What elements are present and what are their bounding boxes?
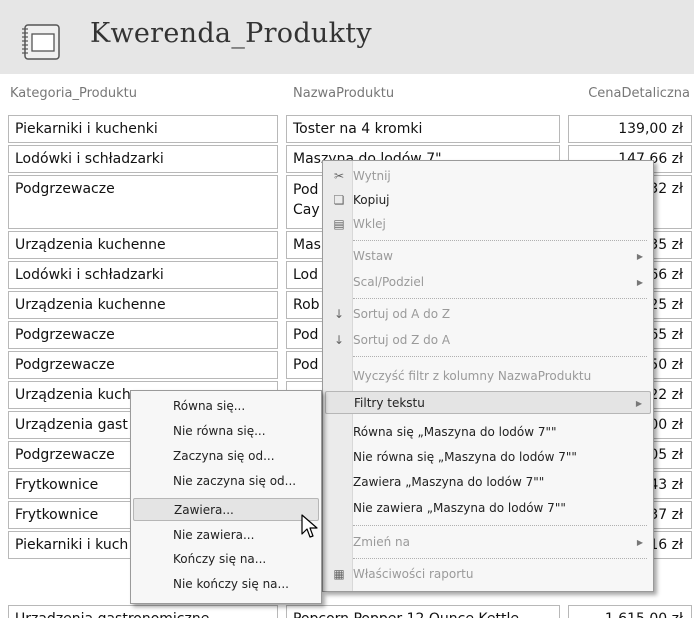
column-header-category[interactable]: Kategoria_Produktu xyxy=(10,86,137,101)
submenu-item-equals[interactable]: Równa się... xyxy=(133,395,319,418)
menu-item-sort-descending[interactable]: ↓ Sortuj od Z do A xyxy=(325,329,651,352)
category-cell[interactable]: Podgrzewacze xyxy=(8,175,278,229)
menu-separator xyxy=(353,298,647,299)
text-filters-submenu: Równa się... Nie równa się... Zaczyna si… xyxy=(130,390,322,604)
submenu-item-ends-with[interactable]: Kończy się na... xyxy=(133,548,319,571)
sort-descending-icon: ↓ xyxy=(333,333,345,347)
paste-icon: ▤ xyxy=(333,217,345,231)
category-cell[interactable]: Podgrzewacze xyxy=(8,321,278,349)
report-icon xyxy=(22,24,60,60)
submenu-item-not-contains[interactable]: Nie zawiera... xyxy=(133,524,319,547)
menu-item-clear-filter[interactable]: Wyczyść filtr z kolumny NazwaProduktu xyxy=(325,365,651,388)
submenu-arrow-icon: ▶ xyxy=(635,399,642,408)
menu-item-not-equals-value[interactable]: Nie równa się „Maszyna do lodów 7"" xyxy=(325,446,651,469)
menu-item-change-to[interactable]: Zmień na ▶ xyxy=(325,531,651,554)
menu-item-merge-split[interactable]: Scal/Podziel ▶ xyxy=(325,271,651,294)
submenu-arrow-icon: ▶ xyxy=(636,278,643,287)
column-header-product[interactable]: NazwaProduktu xyxy=(293,86,394,101)
menu-item-not-contains-value[interactable]: Nie zawiera „Maszyna do lodów 7"" xyxy=(325,497,651,520)
menu-item-cut[interactable]: ✂ Wytnij xyxy=(325,165,651,188)
mouse-cursor-icon xyxy=(301,514,318,538)
menu-item-contains-value[interactable]: Zawiera „Maszyna do lodów 7"" xyxy=(325,471,651,494)
menu-item-copy[interactable]: ❏ Kopiuj xyxy=(325,189,651,212)
menu-item-insert[interactable]: Wstaw ▶ xyxy=(325,245,651,268)
category-cell[interactable]: Piekarniki i kuchenki xyxy=(8,115,278,143)
report-header: Kwerenda_Produkty xyxy=(0,0,694,74)
category-cell[interactable]: Podgrzewacze xyxy=(8,351,278,379)
category-cell[interactable]: Urządzenia kuchenne xyxy=(8,291,278,319)
context-menu: ✂ Wytnij ❏ Kopiuj ▤ Wklej Wstaw ▶ Scal/P… xyxy=(322,160,654,592)
table-row: Urządzenia gastronomiczne Popcorn Popper… xyxy=(0,603,694,618)
category-cell[interactable]: Urządzenia kuchenne xyxy=(8,231,278,259)
menu-item-sort-ascending[interactable]: ↓ Sortuj od A do Z xyxy=(325,303,651,326)
menu-separator xyxy=(353,356,647,357)
table-row: Piekarniki i kuchenki Toster na 4 kromki… xyxy=(0,113,694,143)
column-header-price[interactable]: CenaDetaliczna xyxy=(566,86,690,101)
submenu-item-contains[interactable]: Zawiera... xyxy=(133,498,319,521)
menu-separator xyxy=(353,525,647,526)
copy-icon: ❏ xyxy=(333,193,345,207)
scissors-icon: ✂ xyxy=(333,169,345,183)
sort-ascending-icon: ↓ xyxy=(333,307,345,321)
submenu-item-not-begins-with[interactable]: Nie zaczyna się od... xyxy=(133,470,319,493)
category-cell[interactable]: Lodówki i schładzarki xyxy=(8,261,278,289)
category-cell[interactable]: Urządzenia gastronomiczne xyxy=(8,605,278,618)
submenu-arrow-icon: ▶ xyxy=(636,252,643,261)
submenu-arrow-icon: ▶ xyxy=(636,538,643,547)
properties-icon: ▦ xyxy=(333,567,345,581)
price-cell[interactable]: 1 615,00 zł xyxy=(568,605,692,618)
menu-separator xyxy=(353,558,647,559)
menu-item-paste[interactable]: ▤ Wklej xyxy=(325,213,651,236)
price-cell[interactable]: 139,00 zł xyxy=(568,115,692,143)
product-cell[interactable]: Popcorn Popper 12 Ounce Kettle xyxy=(286,605,560,618)
submenu-item-begins-with[interactable]: Zaczyna się od... xyxy=(133,445,319,468)
product-cell[interactable]: Toster na 4 kromki xyxy=(286,115,560,143)
submenu-item-not-equals[interactable]: Nie równa się... xyxy=(133,420,319,443)
submenu-item-not-ends-with[interactable]: Nie kończy się na... xyxy=(133,573,319,596)
menu-item-equals-value[interactable]: Równa się „Maszyna do lodów 7"" xyxy=(325,421,651,444)
category-cell[interactable]: Lodówki i schładzarki xyxy=(8,145,278,173)
menu-separator xyxy=(353,240,647,241)
menu-item-report-properties[interactable]: ▦ Właściwości raportu xyxy=(325,563,651,586)
report-title: Kwerenda_Produkty xyxy=(90,18,372,49)
menu-item-text-filters[interactable]: Filtry tekstu ▶ xyxy=(325,391,651,414)
